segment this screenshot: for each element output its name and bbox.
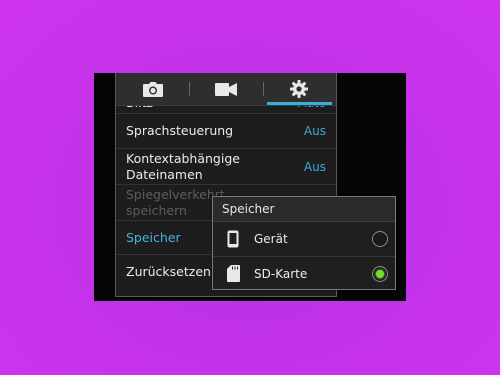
video-camera-icon [214,82,237,96]
setting-label: Zurücksetzen [126,264,211,279]
gear-icon [290,80,309,98]
tab-video[interactable] [189,73,262,105]
setting-label: Kontextabhängige Dateinamen [126,151,240,183]
sd-card-icon [226,265,240,282]
tab-camera[interactable] [116,73,189,105]
phone-icon [227,230,239,248]
radio-button[interactable] [372,231,388,247]
setting-label: Spiegelverkehrt speichern [126,187,225,219]
tab-bar [116,73,336,106]
setting-label: Sprachsteuerung [126,123,234,138]
setting-value: Aus [303,159,326,174]
storage-option-device[interactable]: Gerät [213,222,395,256]
option-label: Gerät [254,232,288,246]
setting-label-line2: Dateinamen [126,166,203,182]
option-label: SD-Karte [254,266,308,281]
radio-button-selected[interactable] [372,265,388,282]
setting-label: Speicher [126,229,181,245]
setting-label-line1: Kontextabhängige [126,150,240,166]
setting-value: Aus [303,124,326,138]
setting-voice-control[interactable]: Sprachsteuerung Aus [116,114,336,149]
setting-label-line2: speichern [126,202,187,218]
setting-label-line1: Spiegelverkehrt [126,186,225,202]
dialog-title: Speicher [213,197,395,222]
tab-settings[interactable] [262,73,336,105]
storage-dialog: Speicher Gerät SD-Karte [212,196,396,290]
camera-icon [142,81,163,97]
setting-contextual-filename[interactable]: Kontextabhängige Dateinamen Aus [116,149,336,185]
storage-option-sd-card[interactable]: SD-Karte [213,256,395,290]
